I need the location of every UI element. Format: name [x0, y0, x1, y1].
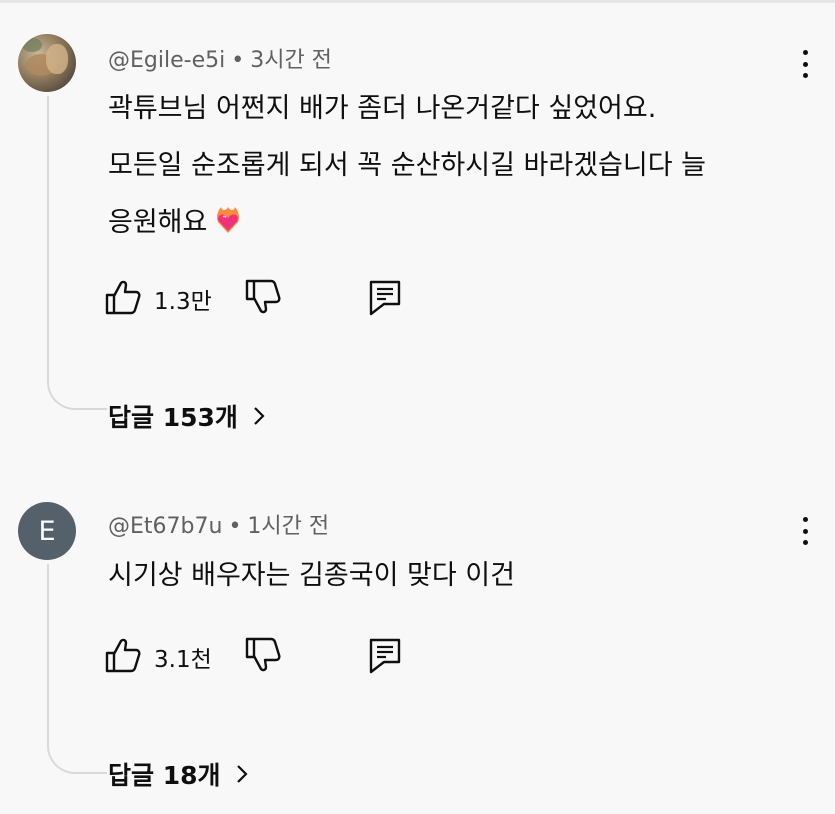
comment-line-text: 응원해요 — [108, 207, 208, 238]
avatar-letter: E — [38, 515, 56, 547]
comment-actions: 1.3만 — [104, 278, 424, 318]
thumbs-down-icon[interactable] — [244, 278, 282, 316]
comment-text: 곽튜브님 어쩐지 배가 좀더 나온거같다 싶었어요. 모든일 순조롭게 되서 꼭… — [108, 80, 706, 251]
comment-line: 시기상 배우자는 김종국이 맞다 이건 — [108, 560, 515, 591]
comment-line: 모든일 순조롭게 되서 꼭 순산하시길 바라겠습니다 늘 — [108, 150, 706, 181]
top-divider — [0, 0, 835, 3]
like-count: 3.1천 — [154, 647, 212, 673]
chevron-right-icon — [254, 407, 265, 425]
comment-actions: 3.1천 — [104, 636, 424, 676]
replies-label: 답글 18개 — [108, 761, 221, 790]
like-count: 1.3만 — [154, 289, 212, 315]
comment-meta: @Et67b7u • 1시간 전 — [108, 508, 329, 540]
thread-connector-line — [47, 96, 107, 410]
meta-separator: • — [231, 48, 245, 73]
comment-icon[interactable] — [366, 278, 404, 316]
comment-line-last: 응원해요 — [108, 194, 706, 251]
more-vertical-icon[interactable] — [792, 44, 818, 84]
heart-on-fire-icon — [217, 207, 240, 233]
view-replies-button[interactable]: 답글 18개 — [108, 756, 249, 792]
more-vertical-icon[interactable] — [792, 511, 818, 551]
avatar[interactable]: E — [18, 502, 76, 560]
comment-time: 3시간 전 — [250, 48, 332, 73]
comment-icon[interactable] — [366, 636, 404, 674]
chevron-right-icon — [236, 765, 248, 783]
comment-line: 곽튜브님 어쩐지 배가 좀더 나온거같다 싶었어요. — [108, 93, 657, 124]
thumbs-down-icon[interactable] — [244, 636, 282, 674]
view-replies-button[interactable]: 답글 153개 — [108, 398, 266, 434]
comment-time: 1시간 전 — [247, 514, 330, 539]
author-name[interactable]: @Et67b7u — [108, 514, 222, 539]
thumbs-up-icon[interactable] — [104, 636, 142, 674]
thumbs-up-icon[interactable] — [104, 278, 142, 316]
author-name[interactable]: @Egile-e5i — [108, 48, 225, 73]
comment-text: 시기상 배우자는 김종국이 맞다 이건 — [108, 547, 515, 604]
comment-meta: @Egile-e5i • 3시간 전 — [108, 42, 332, 74]
thread-connector-line — [47, 564, 107, 774]
meta-separator: • — [228, 514, 242, 539]
replies-label: 답글 153개 — [108, 403, 238, 432]
avatar[interactable] — [18, 34, 76, 92]
